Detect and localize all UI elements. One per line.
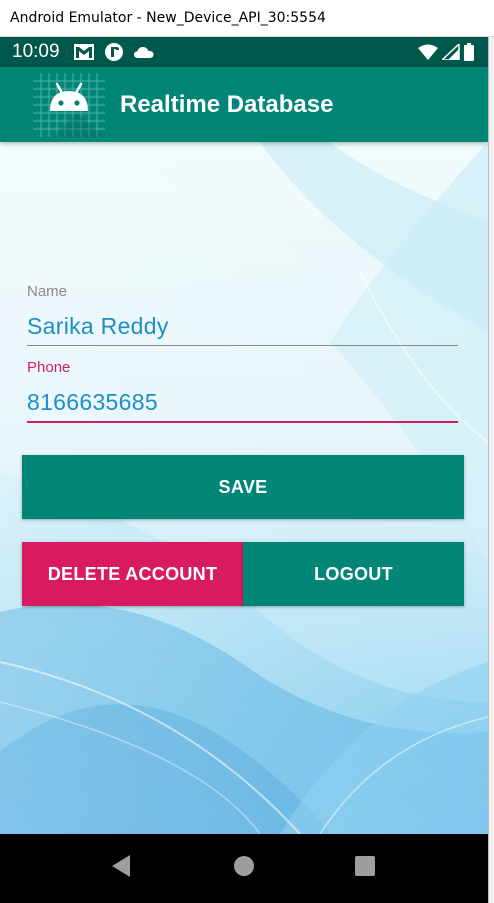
emulator-title: Android Emulator - New_Device_API_30:555… bbox=[10, 10, 326, 26]
main-content: Name Sarika Reddy Phone 8166635685 SAVE … bbox=[0, 142, 488, 834]
phone-input[interactable]: 8166635685 bbox=[27, 389, 158, 416]
phone-label: Phone bbox=[27, 359, 71, 376]
android-logo-icon bbox=[33, 73, 105, 137]
delete-account-button[interactable]: DELETE ACCOUNT bbox=[22, 542, 243, 606]
status-notifications bbox=[73, 42, 155, 62]
name-input[interactable]: Sarika Reddy bbox=[27, 313, 169, 340]
status-system-icons bbox=[418, 43, 474, 61]
app-title: Realtime Database bbox=[120, 91, 334, 118]
cloud-icon bbox=[134, 47, 154, 58]
back-icon[interactable] bbox=[110, 854, 132, 878]
status-bar: 10:09 bbox=[0, 37, 488, 67]
home-icon[interactable] bbox=[232, 854, 256, 878]
save-button[interactable]: SAVE bbox=[22, 455, 464, 519]
emulator-title-bar: Android Emulator - New_Device_API_30:555… bbox=[0, 0, 494, 37]
status-time: 10:09 bbox=[12, 41, 60, 62]
app-bar: Realtime Database bbox=[0, 67, 488, 142]
emulator-side-panel bbox=[488, 37, 494, 903]
phone-screen: 10:09 Realtime Database Name Sarika Redd… bbox=[0, 37, 488, 903]
gmail-icon bbox=[74, 44, 94, 60]
name-input-underline bbox=[27, 345, 458, 346]
phone-input-underline bbox=[27, 421, 458, 423]
wifi-icon bbox=[418, 44, 438, 60]
logout-button-label: LOGOUT bbox=[314, 563, 393, 584]
logout-button[interactable]: LOGOUT bbox=[243, 542, 464, 606]
app-notification-icon bbox=[105, 43, 123, 61]
delete-account-button-label: DELETE ACCOUNT bbox=[47, 563, 218, 584]
name-label: Name bbox=[27, 283, 68, 300]
battery-icon bbox=[464, 43, 474, 61]
recents-icon[interactable] bbox=[354, 855, 376, 877]
save-button-label: SAVE bbox=[218, 476, 268, 497]
navigation-bar bbox=[0, 834, 488, 903]
signal-icon bbox=[442, 44, 460, 60]
